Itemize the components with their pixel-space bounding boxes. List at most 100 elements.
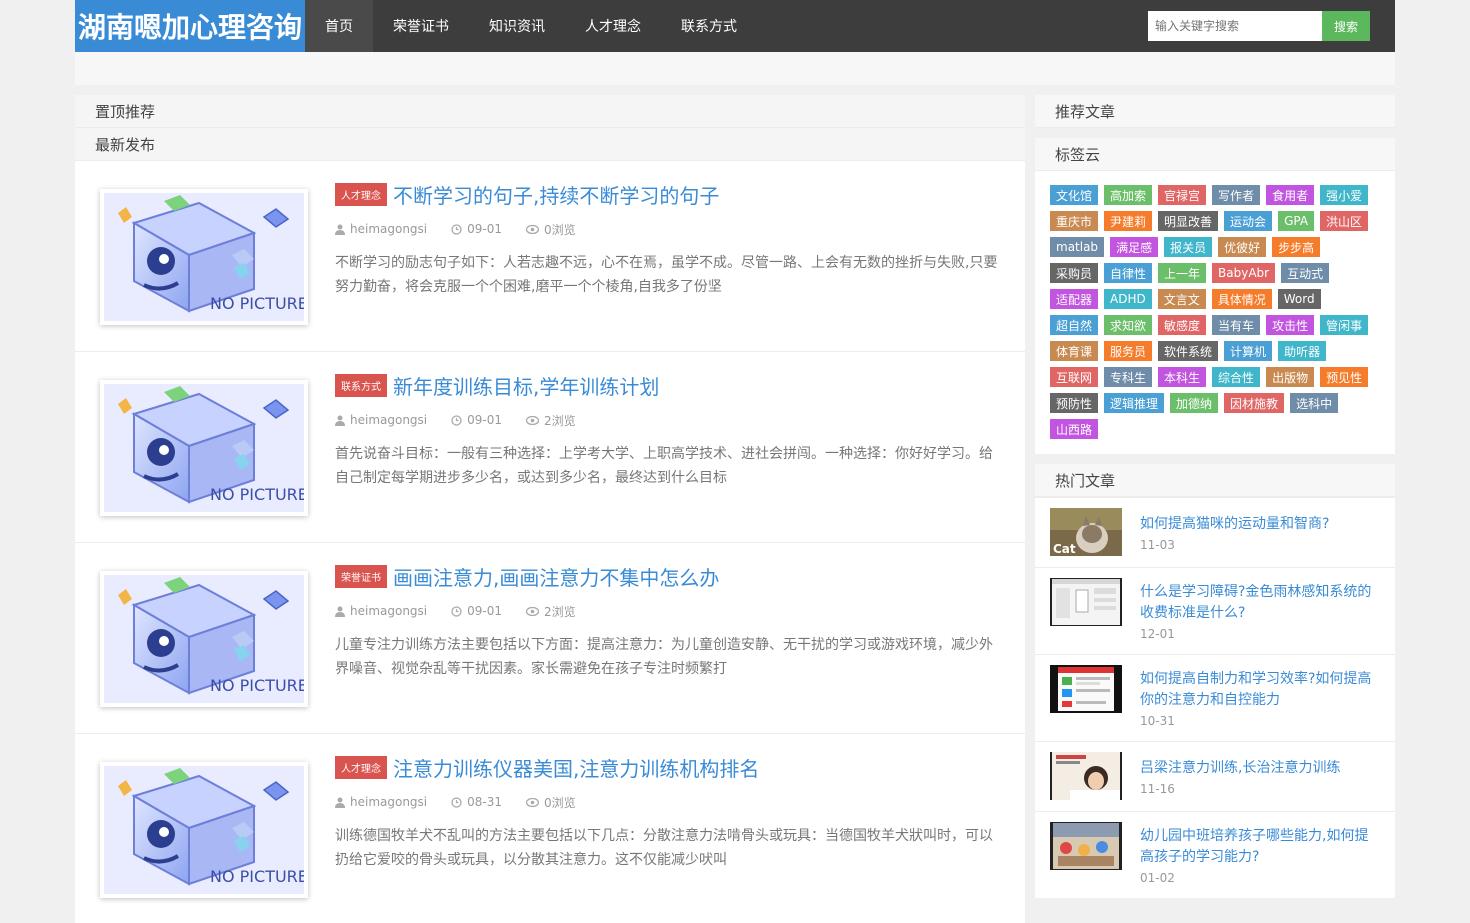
post-list: NO PICTURE 人才理念 不断学习的句子,持续不断学习的句子 heimag… [75,161,1025,923]
post-excerpt: 不断学习的励志句子如下：人若志趣不远，心不在焉，虽学不成。尽管一路、上会有无数的… [335,255,998,295]
post-author: heimagongsi [335,413,427,427]
post-title-link[interactable]: 注意力训练仪器美国,注意力训练机构排名 [393,753,759,782]
tag-link[interactable]: GPA [1278,211,1315,231]
no-picture-icon: NO PICTURE [104,193,308,321]
tag-link[interactable]: 攻击性 [1266,315,1315,335]
author-name: heimagongsi [350,413,428,427]
tag-link[interactable]: 管闲事 [1320,315,1369,335]
tag-link[interactable]: 助听器 [1278,341,1327,361]
hot-article-title[interactable]: 幼儿园中班培养孩子哪些能力,如何提高孩子的学习能力? [1140,828,1368,865]
hot-article-thumbnail[interactable] [1050,822,1122,870]
post-title-link[interactable]: 新年度训练目标,学年训练计划 [393,371,659,400]
tag-link[interactable]: 尹建莉 [1104,211,1153,231]
tag-link[interactable]: 超自然 [1050,315,1099,335]
post-title-link[interactable]: 画画注意力,画画注意力不集中怎么办 [393,562,719,591]
tag-link[interactable]: 上一年 [1158,263,1207,283]
hot-article-thumbnail[interactable]: Cat [1050,508,1122,556]
post-views: 0浏览 [526,794,576,811]
tag-link[interactable]: 文言文 [1157,289,1206,309]
tag-link[interactable]: 互联网 [1050,367,1099,387]
tag-link[interactable]: 食用者 [1266,185,1315,205]
tag-link[interactable]: 逻辑推理 [1104,393,1165,413]
tag-link[interactable]: 服务员 [1104,341,1153,361]
post-date: 09-01 [451,413,502,427]
hot-article-title[interactable]: 什么是学习障碍?金色雨林感知系统的收费标准是什么? [1140,584,1371,621]
hot-article-thumbnail[interactable] [1050,578,1122,626]
hot-article-title[interactable]: 如何提高猫咪的运动量和智商? [1140,516,1329,532]
tag-link[interactable]: 山西路 [1050,419,1099,439]
nav-contact[interactable]: 联系方式 [661,0,757,52]
tag-link[interactable]: 当有车 [1212,315,1261,335]
clock-icon [451,223,462,235]
tag-link[interactable]: 自律性 [1104,263,1153,283]
tag-link[interactable]: BabyAbr [1212,263,1276,283]
search-button[interactable]: 搜索 [1322,11,1370,41]
post-body: 人才理念 注意力训练仪器美国,注意力训练机构排名 heimagongsi 08-… [335,754,1000,872]
tag-link[interactable]: 步步高 [1272,237,1321,257]
tag-link[interactable]: Word [1277,289,1321,309]
site-logo[interactable]: 湖南嗯加心理咨询 [75,0,305,52]
nav-home[interactable]: 首页 [305,0,373,52]
tag-link[interactable]: 求知欲 [1104,315,1153,335]
tag-link[interactable]: 专科生 [1104,367,1153,387]
tag-link[interactable]: 优彼好 [1218,237,1267,257]
tag-link[interactable]: 满足感 [1110,237,1159,257]
post-meta: heimagongsi 09-01 2浏览 [335,413,1000,428]
tag-link[interactable]: 软件系统 [1158,341,1219,361]
tag-link[interactable]: 敏感度 [1158,315,1207,335]
post-thumbnail[interactable]: NO PICTURE [100,380,308,516]
hot-article-title[interactable]: 吕梁注意力训练,长治注意力训练 [1140,760,1340,776]
post-category-badge[interactable]: 联系方式 [335,373,387,397]
clock-icon [451,796,462,808]
hot-article-title[interactable]: 如何提高自制力和学习效率?如何提高你的注意力和自控能力 [1140,671,1371,708]
nav-knowledge[interactable]: 知识资讯 [469,0,565,52]
post-thumbnail[interactable]: NO PICTURE [100,189,308,325]
tag-link[interactable]: 出版物 [1266,367,1315,387]
post-category-badge[interactable]: 人才理念 [335,755,387,779]
post-thumbnail[interactable]: NO PICTURE [100,762,308,898]
tag-link[interactable]: ADHD [1104,289,1152,309]
tag-link[interactable]: 洪山区 [1320,211,1369,231]
tag-link[interactable]: 采购员 [1050,263,1099,283]
post-body: 人才理念 不断学习的句子,持续不断学习的句子 heimagongsi 09-01… [335,181,1000,299]
tag-link[interactable]: 选科中 [1290,393,1339,413]
tag-link[interactable]: 重庆市 [1050,211,1099,231]
user-icon [335,415,345,426]
tag-link[interactable]: 官禄宫 [1158,185,1207,205]
post-title-link[interactable]: 不断学习的句子,持续不断学习的句子 [393,180,719,209]
tag-link[interactable]: 文化馆 [1050,185,1099,205]
tag-link[interactable]: 高加索 [1104,185,1153,205]
post-thumbnail[interactable]: NO PICTURE [100,571,308,707]
search-input[interactable] [1148,11,1322,41]
tag-link[interactable]: 加德纳 [1170,393,1219,413]
tag-link[interactable]: 因材施教 [1224,393,1285,413]
tag-link[interactable]: 明显改善 [1158,211,1219,231]
tag-link[interactable]: 体育课 [1050,341,1099,361]
tag-link[interactable]: 写作者 [1212,185,1261,205]
nav-talent[interactable]: 人才理念 [565,0,661,52]
post-item: NO PICTURE 联系方式 新年度训练目标,学年训练计划 heimagong… [75,352,1025,543]
svg-text:NO PICTURE: NO PICTURE [210,485,304,504]
tag-link[interactable]: 具体情况 [1211,289,1272,309]
post-category-badge[interactable]: 人才理念 [335,182,387,206]
tag-link[interactable]: 预见性 [1320,367,1369,387]
tag-link[interactable]: matlab [1050,237,1105,257]
post-meta: heimagongsi 09-01 2浏览 [335,604,1000,619]
hot-widget: 热门文章 Cat 如何提高猫咪的运动量和智商? 11-03 什么是学习障碍?金色… [1035,464,1395,898]
tag-link[interactable]: 预防性 [1050,393,1099,413]
tag-link[interactable]: 适配器 [1050,289,1099,309]
post-excerpt: 首先说奋斗目标：一般有三种选择：上学考大学、上职高学技术、进社会拼闯。一种选择：… [335,446,993,486]
tag-link[interactable]: 强小爱 [1320,185,1369,205]
post-category-badge[interactable]: 荣誉证书 [335,564,387,588]
hot-article-thumbnail[interactable] [1050,752,1122,800]
post-body: 联系方式 新年度训练目标,学年训练计划 heimagongsi 09-01 2浏… [335,372,1000,490]
tag-link[interactable]: 报关员 [1164,237,1213,257]
tag-link[interactable]: 计算机 [1224,341,1273,361]
tag-link[interactable]: 综合性 [1212,367,1261,387]
hot-article-thumbnail[interactable] [1050,665,1122,713]
tag-link[interactable]: 运动会 [1224,211,1273,231]
tag-link[interactable]: 互动式 [1281,263,1330,283]
tag-link[interactable]: 本科生 [1158,367,1207,387]
nav-honors[interactable]: 荣誉证书 [373,0,469,52]
pinned-header: 置顶推荐 [75,95,1025,128]
